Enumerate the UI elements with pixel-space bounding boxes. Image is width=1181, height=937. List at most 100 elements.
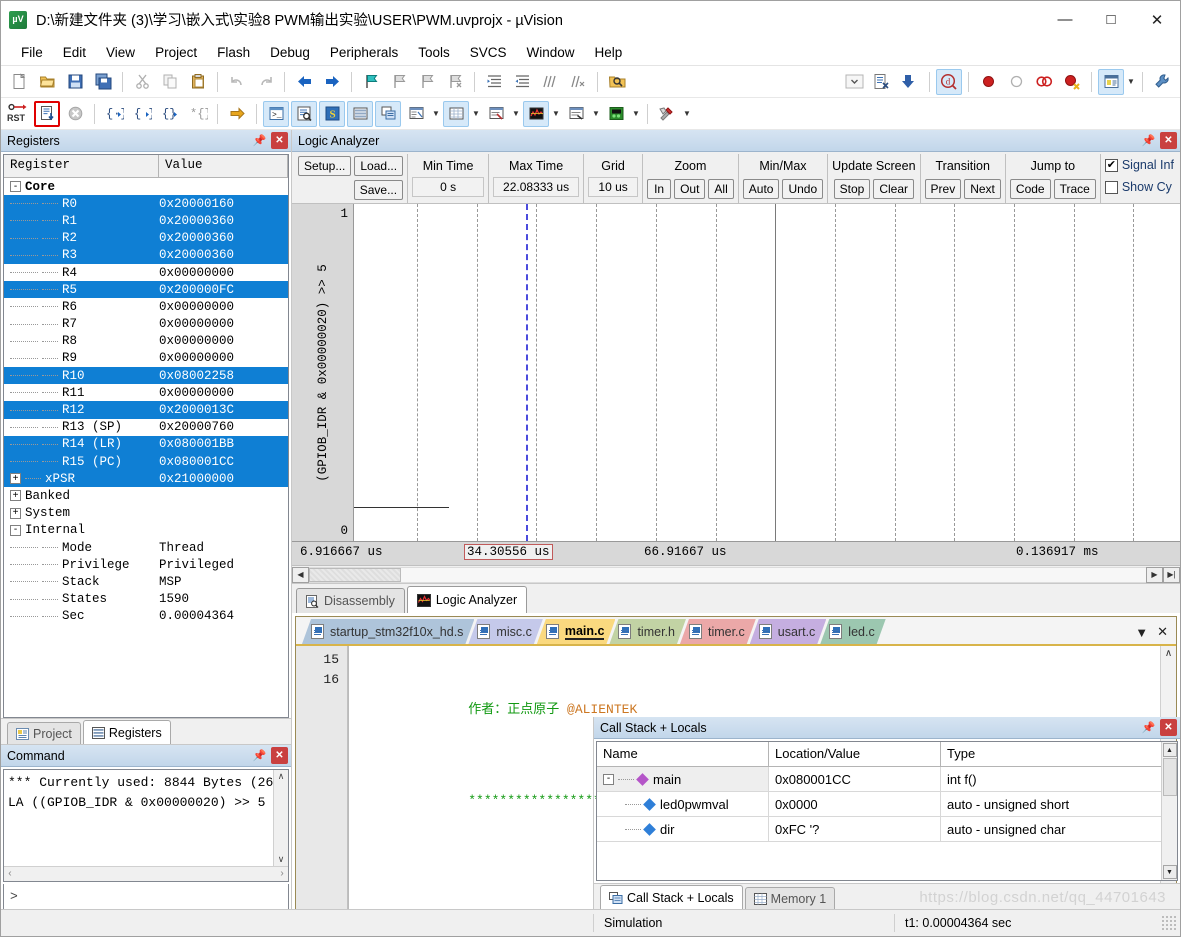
menu-edit[interactable]: Edit: [53, 41, 96, 64]
la-zoom-in-button[interactable]: In: [647, 179, 672, 199]
register-row[interactable]: R3 0x20000360: [4, 246, 288, 264]
tab-registers[interactable]: Registers: [82, 720, 171, 744]
disable-all-breakpoints-icon[interactable]: [1059, 69, 1085, 95]
configure-icon[interactable]: [869, 69, 895, 95]
register-row[interactable]: R4 0x00000000: [4, 264, 288, 281]
settings-wrench-icon[interactable]: [1149, 69, 1175, 95]
run-to-cursor-icon[interactable]: *{}: [185, 101, 211, 127]
system-viewer-icon[interactable]: [603, 101, 629, 127]
debug-session-icon[interactable]: d: [936, 68, 962, 95]
pin-icon[interactable]: 📌: [1140, 719, 1157, 736]
stop-icon[interactable]: [62, 101, 88, 127]
minimize-button[interactable]: —: [1042, 1, 1088, 39]
chevron-down-icon[interactable]: ▼: [510, 101, 522, 127]
la-waveform-canvas[interactable]: [354, 204, 1180, 541]
save-icon[interactable]: [62, 69, 88, 95]
chevron-down-icon[interactable]: ▼: [430, 101, 442, 127]
chevron-down-icon[interactable]: ▼: [470, 101, 482, 127]
menu-help[interactable]: Help: [585, 41, 633, 64]
close-icon[interactable]: ✕: [271, 132, 288, 149]
tab-logic-analyzer[interactable]: Logic Analyzer: [406, 586, 528, 613]
call-stack-rows[interactable]: - main 0x080001CC int f() led0pwmval 0x0000 au…: [597, 767, 1177, 842]
tab-list-icon[interactable]: ▼: [1135, 625, 1148, 640]
menu-svcs[interactable]: SVCS: [460, 41, 517, 64]
scroll-up-icon[interactable]: ∧: [278, 772, 285, 782]
uncomment-icon[interactable]: [565, 69, 591, 95]
call-stack-window-icon[interactable]: [375, 100, 401, 127]
register-row[interactable]: R5 0x200000FC: [4, 281, 288, 299]
chevron-down-icon[interactable]: ▼: [590, 101, 602, 127]
register-row[interactable]: R2 0x20000360: [4, 229, 288, 247]
call-stack-row[interactable]: - main 0x080001CC int f(): [597, 767, 1177, 792]
scroll-right-icon[interactable]: ›: [279, 869, 285, 880]
editor-tab-timer-c[interactable]: timer.c: [680, 619, 756, 644]
command-input[interactable]: >: [3, 884, 289, 910]
kill-all-breakpoints-icon[interactable]: [1031, 69, 1057, 95]
menu-file[interactable]: File: [11, 41, 53, 64]
register-row[interactable]: R10 0x08002258: [4, 367, 288, 385]
editor-tab-main-c[interactable]: main.c: [537, 619, 616, 644]
la-zoom-all-button[interactable]: All: [708, 179, 734, 199]
menu-tools[interactable]: Tools: [408, 41, 460, 64]
close-button[interactable]: ✕: [1134, 1, 1180, 39]
reset-cpu-icon[interactable]: RST: [6, 101, 32, 127]
register-row[interactable]: R9 0x00000000: [4, 350, 288, 367]
register-row[interactable]: R6 0x00000000: [4, 298, 288, 315]
undo-icon[interactable]: [224, 69, 250, 95]
pin-icon[interactable]: 📌: [251, 747, 268, 764]
register-row[interactable]: R12 0x2000013C: [4, 401, 288, 419]
outdent-icon[interactable]: [509, 69, 535, 95]
navigate-back-icon[interactable]: [291, 69, 317, 95]
resize-grip-icon[interactable]: [1161, 915, 1177, 931]
la-signal-info-checkbox[interactable]: ✔ Signal Inf: [1104, 154, 1174, 176]
la-horizontal-scrollbar[interactable]: ◀ ▶ ▶|: [292, 565, 1180, 583]
watch-window-icon[interactable]: [403, 101, 429, 127]
chevron-down-icon[interactable]: ▼: [681, 101, 693, 127]
toolbox-icon[interactable]: [654, 101, 680, 127]
scroll-up-icon[interactable]: ∧: [1165, 648, 1172, 659]
la-stop-button[interactable]: Stop: [833, 179, 871, 199]
download-icon[interactable]: [897, 69, 923, 95]
step-out-icon[interactable]: {}: [157, 101, 183, 127]
register-row[interactable]: Privilege Privileged: [4, 556, 288, 573]
menu-view[interactable]: View: [96, 41, 145, 64]
close-icon[interactable]: ✕: [1160, 132, 1177, 149]
new-file-icon[interactable]: [6, 69, 32, 95]
serial-window-icon[interactable]: [483, 101, 509, 127]
analysis-window-icon[interactable]: [523, 100, 549, 127]
chevron-down-icon[interactable]: ▼: [630, 101, 642, 127]
register-row[interactable]: Sec 0.00004364: [4, 608, 288, 625]
register-row[interactable]: R1 0x20000360: [4, 212, 288, 230]
la-jumpto-trace-button[interactable]: Trace: [1053, 179, 1096, 199]
la-transition-prev-button[interactable]: Prev: [924, 179, 962, 199]
register-row[interactable]: States 1590: [4, 591, 288, 608]
la-setup-button[interactable]: Setup...: [298, 156, 352, 176]
la-transition-next-button[interactable]: Next: [964, 179, 1001, 199]
indent-icon[interactable]: [481, 69, 507, 95]
open-file-icon[interactable]: [34, 69, 60, 95]
step-over-icon[interactable]: { }: [129, 101, 155, 127]
chevron-down-icon[interactable]: ▼: [1125, 69, 1137, 95]
call-stack-row[interactable]: dir 0xFC '? auto - unsigned char: [597, 817, 1177, 842]
la-jumpto-code-button[interactable]: Code: [1009, 179, 1051, 199]
register-row[interactable]: R8 0x00000000: [4, 333, 288, 350]
menu-debug[interactable]: Debug: [260, 41, 320, 64]
call-stack-scroll-thumb[interactable]: [1162, 758, 1177, 796]
find-in-files-icon[interactable]: [604, 69, 630, 95]
la-save-button[interactable]: Save...: [353, 180, 404, 200]
la-load-button[interactable]: Load...: [354, 156, 404, 176]
cut-icon[interactable]: [129, 69, 155, 95]
trace-window-icon[interactable]: [563, 101, 589, 127]
la-max-time-value[interactable]: 22.08333 us: [493, 177, 580, 197]
menu-project[interactable]: Project: [145, 41, 207, 64]
la-minmax-undo-button[interactable]: Undo: [782, 179, 824, 199]
bookmark-clear-icon[interactable]: [442, 69, 468, 95]
register-row[interactable]: - Internal: [4, 522, 288, 539]
bookmark-toggle-icon[interactable]: [358, 69, 384, 95]
editor-tab-led-c[interactable]: led.c: [820, 619, 885, 644]
command-horizontal-scrollbar[interactable]: ‹ ›: [4, 866, 288, 881]
symbols-window-icon[interactable]: S: [319, 100, 345, 127]
la-zoom-out-button[interactable]: Out: [674, 179, 706, 199]
maximize-button[interactable]: □: [1088, 1, 1134, 39]
save-all-icon[interactable]: [90, 69, 116, 95]
